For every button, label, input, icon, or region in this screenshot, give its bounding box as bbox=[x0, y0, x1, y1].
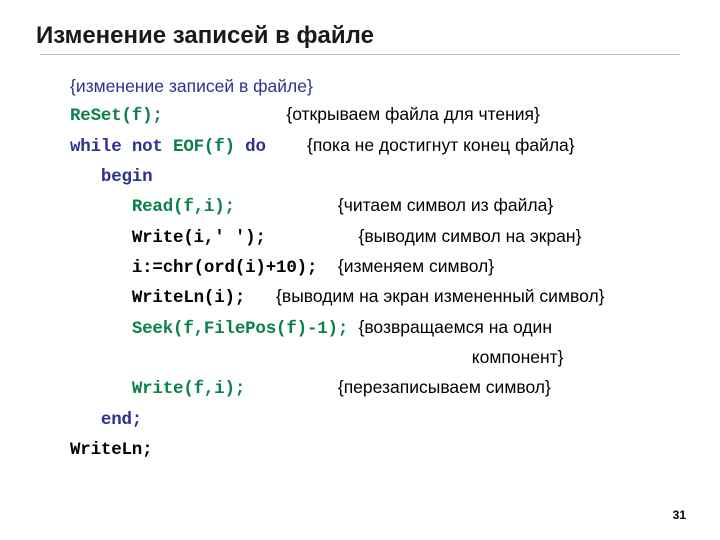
kw-end: end; bbox=[101, 410, 142, 430]
line-seek: Seek(f,FilePos(f)-1); {возвращаемся на о… bbox=[70, 313, 680, 343]
comment-write2: {перезаписываем символ} bbox=[338, 377, 551, 397]
code-reset: ReSet(f); bbox=[70, 106, 163, 126]
line-read: Read(f,i); {читаем символ из файла} bbox=[70, 191, 680, 221]
line-begin: begin bbox=[70, 161, 680, 191]
code-assign: i:=chr(ord(i)+10); bbox=[132, 258, 317, 278]
line-writeln2: WriteLn; bbox=[70, 434, 680, 464]
line-comment-1: {изменение записей в файле} bbox=[70, 72, 680, 100]
line-write1: Write(i,' '); {выводим символ на экран} bbox=[70, 222, 680, 252]
kw-not: not bbox=[132, 137, 173, 157]
comment-seek: {возвращаемся на один bbox=[358, 317, 552, 337]
line-write2: Write(f,i); {перезаписываем символ} bbox=[70, 373, 680, 403]
comment-text: {изменение записей в файле} bbox=[70, 76, 313, 96]
comment-read: {читаем символ из файла} bbox=[338, 195, 553, 215]
call-read: Read(f,i); bbox=[132, 197, 235, 217]
comment-assign: {изменяем символ} bbox=[338, 256, 494, 276]
title-divider bbox=[40, 54, 680, 55]
kw-begin: begin bbox=[101, 167, 153, 187]
kw-while: while bbox=[70, 137, 132, 157]
line-while: while not EOF(f) do {пока не достигнут к… bbox=[70, 131, 680, 161]
code-writeln1: WriteLn(i); bbox=[132, 288, 245, 308]
line-reset: ReSet(f); {открываем файла для чтения} bbox=[70, 100, 680, 130]
comment-seek2: компонент} bbox=[472, 347, 564, 367]
call-eof: EOF(f) bbox=[173, 137, 235, 157]
code-writeln2: WriteLn; bbox=[70, 440, 152, 460]
slide: Изменение записей в файле {изменение зап… bbox=[0, 0, 720, 540]
call-write1: Write(i,' '); bbox=[132, 228, 266, 248]
comment-writeln1: {выводим на экран измененный символ} bbox=[276, 286, 604, 306]
comment-reset: {открываем файла для чтения} bbox=[286, 104, 540, 124]
comment-while: {пока не достигнут конец файла} bbox=[307, 135, 575, 155]
page-number: 31 bbox=[673, 508, 686, 522]
line-writeln1: WriteLn(i); {выводим на экран измененный… bbox=[70, 282, 680, 312]
code-block: {изменение записей в файле} ReSet(f); {о… bbox=[0, 56, 720, 464]
kw-do: do bbox=[235, 137, 266, 157]
call-seek: Seek(f,FilePos(f)-1); bbox=[132, 319, 348, 339]
call-write2: Write(f,i); bbox=[132, 379, 245, 399]
line-assign: i:=chr(ord(i)+10); {изменяем символ} bbox=[70, 252, 680, 282]
line-seek-cont: компонент} bbox=[70, 343, 680, 373]
slide-title: Изменение записей в файле bbox=[0, 22, 720, 50]
comment-write1: {выводим символ на экран} bbox=[358, 226, 581, 246]
line-end: end; bbox=[70, 404, 680, 434]
